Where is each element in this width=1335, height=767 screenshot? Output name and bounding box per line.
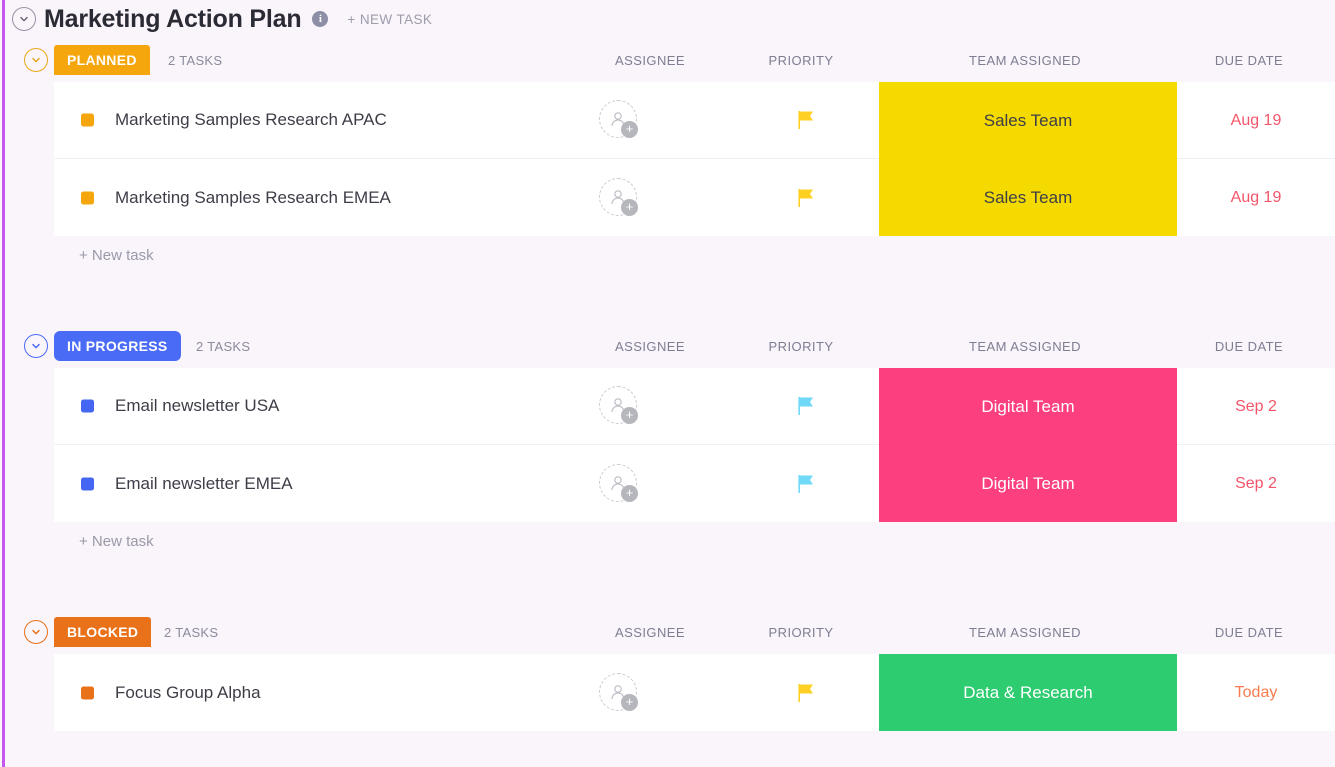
group-planned: PLANNED 2 TASKS ASSIGNEE PRIORITY TEAM A… [0,38,1335,274]
task-status-dot [81,686,94,699]
table-row[interactable]: Marketing Samples Research APAC + Sales … [54,82,1335,159]
add-task-planned[interactable]: + New task [0,236,1335,274]
add-assignee-icon[interactable]: + [621,484,638,502]
task-status-dot [81,113,94,127]
avatar[interactable]: + [599,672,638,711]
column-header-assignee: ASSIGNEE [614,624,686,640]
team-assigned-cell[interactable]: Sales Team [879,82,1177,159]
column-header-priority: PRIORITY [768,624,834,640]
add-task-in-progress[interactable]: + New task [0,522,1335,560]
add-assignee-icon[interactable]: + [621,407,638,424]
avatar[interactable]: + [599,100,638,138]
task-status-dot [81,477,94,490]
assignee-avatar-placeholder[interactable]: + [599,100,639,140]
table-row[interactable]: Focus Group Alpha + Data & Research Toda… [54,654,1335,731]
add-assignee-icon[interactable]: + [621,121,638,138]
task-count-in-progress: 2 TASKS [196,338,251,354]
task-list-in-progress: Email newsletter USA + Digital Team Sep … [54,368,1335,522]
priority-flag-icon[interactable] [791,393,821,419]
column-header-team-assigned: TEAM ASSIGNED [968,624,1082,640]
task-status-dot [81,191,94,204]
due-date-cell[interactable]: Today [1177,654,1335,731]
due-date-cell[interactable]: Aug 19 [1177,159,1335,236]
column-header-due-date: DUE DATE [1214,338,1284,354]
group-header-planned: PLANNED 2 TASKS ASSIGNEE PRIORITY TEAM A… [0,38,1335,82]
column-header-team-assigned: TEAM ASSIGNED [968,52,1082,68]
task-name: Focus Group Alpha [115,682,261,702]
table-row[interactable]: Email newsletter EMEA + Digital Team Sep… [54,445,1335,522]
task-list-planned: Marketing Samples Research APAC + Sales … [54,82,1335,236]
task-status-dot [81,399,94,413]
task-name: Marketing Samples Research EMEA [115,187,391,207]
assignee-avatar-placeholder[interactable]: + [599,463,639,504]
column-header-assignee: ASSIGNEE [614,338,686,354]
task-count-blocked: 2 TASKS [164,624,219,640]
team-assigned-cell[interactable]: Data & Research [879,654,1177,731]
status-badge-blocked[interactable]: BLOCKED [54,617,152,647]
due-date-cell[interactable]: Aug 19 [1177,82,1335,159]
task-count-planned: 2 TASKS [168,52,223,68]
avatar[interactable]: + [599,386,638,424]
avatar[interactable]: + [599,463,638,502]
due-date-cell[interactable]: Sep 2 [1177,445,1335,522]
table-row[interactable]: Marketing Samples Research EMEA + Sales … [54,159,1335,236]
column-header-priority: PRIORITY [768,52,834,68]
group-blocked: BLOCKED 2 TASKS ASSIGNEE PRIORITY TEAM A… [0,610,1335,731]
assignee-avatar-placeholder[interactable]: + [599,672,639,713]
status-badge-in-progress[interactable]: IN PROGRESS [54,331,181,361]
avatar[interactable]: + [599,177,638,216]
task-name: Email newsletter USA [115,396,280,415]
group-header-in-progress: IN PROGRESS 2 TASKS ASSIGNEE PRIORITY TE… [0,324,1335,368]
table-row[interactable]: Email newsletter USA + Digital Team Sep … [54,368,1335,445]
board-header: Marketing Action Plan i + NEW TASK [0,0,1335,38]
add-assignee-icon[interactable]: + [621,693,638,711]
group-spacer [0,560,1335,610]
assignee-avatar-placeholder[interactable]: + [599,386,639,426]
column-header-team-assigned: TEAM ASSIGNED [968,338,1082,354]
task-name: Email newsletter EMEA [115,473,293,493]
priority-flag-icon[interactable] [791,107,821,133]
priority-flag-icon[interactable] [791,185,821,211]
task-board: Marketing Action Plan i + NEW TASK PLANN… [0,0,1335,767]
new-task-button[interactable]: + NEW TASK [347,12,432,27]
priority-flag-icon[interactable] [791,680,821,706]
collapse-group-planned-chevron-icon[interactable] [24,48,48,72]
add-assignee-icon[interactable]: + [621,198,638,216]
info-icon[interactable]: i [312,11,329,27]
group-spacer [0,274,1335,324]
task-name: Marketing Samples Research APAC [115,110,387,129]
page-title: Marketing Action Plan [44,4,302,33]
group-header-blocked: BLOCKED 2 TASKS ASSIGNEE PRIORITY TEAM A… [0,610,1335,654]
column-header-due-date: DUE DATE [1214,624,1284,640]
team-assigned-cell[interactable]: Digital Team [879,445,1177,522]
group-in-progress: IN PROGRESS 2 TASKS ASSIGNEE PRIORITY TE… [0,324,1335,560]
column-header-assignee: ASSIGNEE [614,52,686,68]
team-assigned-cell[interactable]: Digital Team [879,368,1177,445]
left-accent-stripe [2,0,5,767]
assignee-avatar-placeholder[interactable]: + [599,177,639,218]
collapse-board-chevron-icon[interactable] [12,7,36,31]
collapse-group-blocked-chevron-icon[interactable] [24,620,48,644]
column-header-priority: PRIORITY [768,338,834,354]
column-header-due-date: DUE DATE [1214,52,1284,68]
task-list-blocked: Focus Group Alpha + Data & Research Toda… [54,654,1335,731]
team-assigned-cell[interactable]: Sales Team [879,159,1177,236]
priority-flag-icon[interactable] [791,471,821,497]
collapse-group-in-progress-chevron-icon[interactable] [24,334,48,358]
status-badge-planned[interactable]: PLANNED [54,45,150,75]
due-date-cell[interactable]: Sep 2 [1177,368,1335,445]
